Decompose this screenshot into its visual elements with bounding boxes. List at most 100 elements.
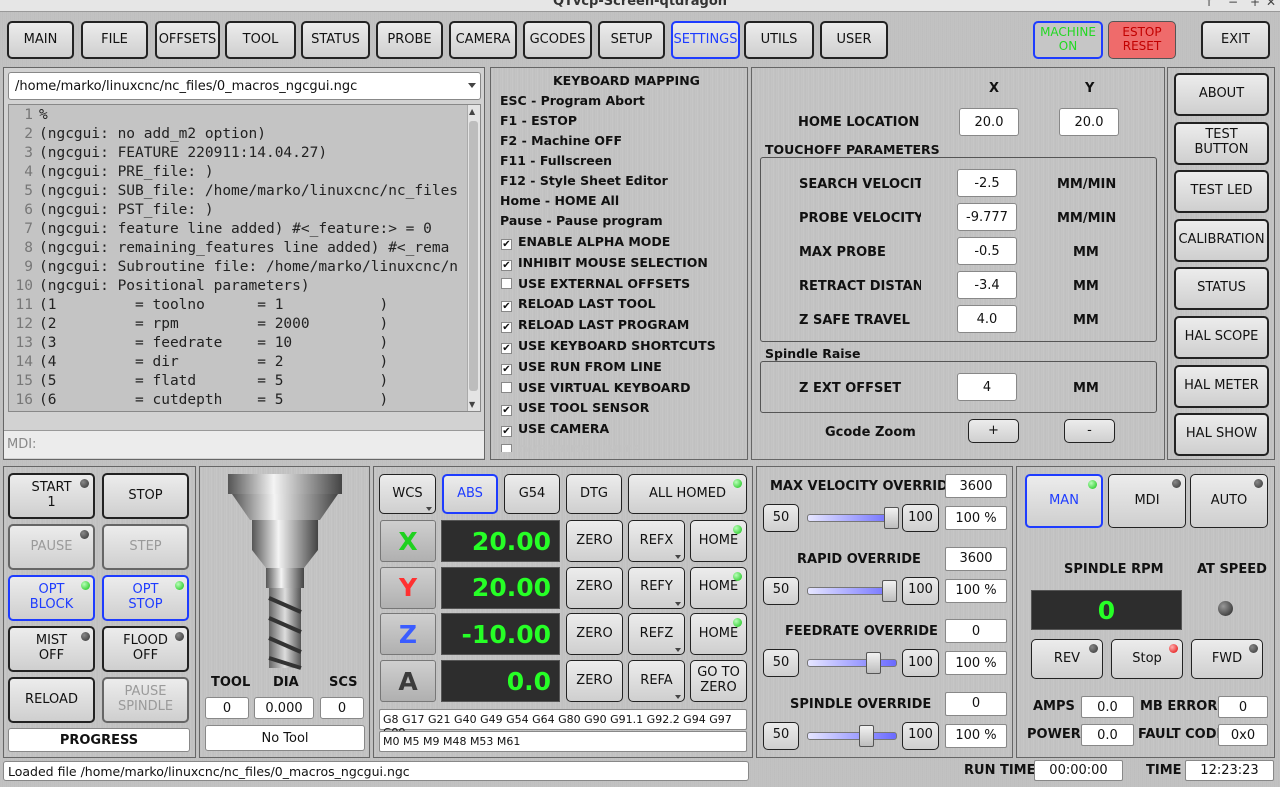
option-use-keyboard-shortcuts[interactable]: ✔ USE KEYBOARD SHORTCUTS — [501, 338, 716, 354]
checkbox-checked-icon[interactable]: ✔ — [501, 239, 512, 250]
status-button[interactable]: STATUS — [1174, 267, 1269, 311]
abs-button[interactable]: ABS — [442, 474, 498, 514]
checkbox-unchecked-icon[interactable] — [501, 444, 512, 452]
zoom-in-button[interactable]: + — [968, 419, 1019, 443]
override-slider[interactable] — [807, 579, 897, 602]
mdi-mode-button[interactable]: MDI — [1108, 474, 1186, 528]
scroll-thumb[interactable] — [469, 121, 478, 391]
g54-button[interactable]: G54 — [504, 474, 560, 514]
axis-x-button[interactable]: X — [380, 520, 436, 562]
override-min-button[interactable]: 50 — [763, 649, 799, 677]
option-override-limits[interactable]: OVERRIDE LIMITS — [501, 442, 641, 452]
home-x-button[interactable]: HOME — [690, 520, 747, 562]
stop-button[interactable]: STOP — [102, 473, 189, 519]
zero-x-button[interactable]: ZERO — [566, 520, 623, 562]
home-a-button[interactable]: GO TO ZERO — [690, 660, 747, 703]
option-use-external-offsets[interactable]: USE EXTERNAL OFFSETS — [501, 276, 690, 291]
maximize-icon[interactable]: + — [1250, 0, 1260, 9]
zero-z-button[interactable]: ZERO — [566, 613, 623, 656]
checkbox-checked-icon[interactable]: ✔ — [501, 343, 512, 354]
tab-main[interactable]: MAIN — [7, 21, 74, 59]
checkbox-unchecked-icon[interactable] — [501, 381, 512, 393]
auto-mode-button[interactable]: AUTO — [1190, 474, 1268, 528]
axis-a-button[interactable]: A — [380, 660, 436, 703]
all-homed-button[interactable]: ALL HOMED — [628, 474, 747, 514]
tab-status[interactable]: STATUS — [301, 21, 370, 59]
tab-camera[interactable]: CAMERA — [449, 21, 517, 59]
home-y-button[interactable]: HOME — [690, 566, 747, 609]
override-max-button[interactable]: 100 — [902, 721, 939, 750]
scroll-down-icon[interactable]: ▼ — [469, 400, 475, 409]
test-led-button[interactable]: TEST LED — [1174, 170, 1269, 214]
pause-button[interactable]: PAUSE — [8, 524, 95, 570]
machine-on-button[interactable]: MACHINE ON — [1033, 21, 1103, 59]
param-value-field[interactable]: -0.5 — [957, 237, 1017, 265]
spindle-reverse-button[interactable]: REV — [1031, 639, 1103, 679]
checkbox-checked-icon[interactable]: ✔ — [501, 426, 512, 438]
ref-a-button[interactable]: REFA — [628, 660, 685, 703]
code-view[interactable]: 1 2 3 4 5 6 7 8 9 10 11 12 13 14 15 16 % (ngcgui: no add… — [8, 104, 481, 412]
tab-utils[interactable]: UTILS — [744, 21, 814, 59]
option-use-tool-sensor[interactable]: ✔ USE TOOL SENSOR — [501, 400, 649, 417]
editor-scrollbar[interactable]: ▲ ▼ — [467, 105, 480, 411]
param-value-field[interactable]: -2.5 — [957, 169, 1017, 197]
ref-x-button[interactable]: REFX — [628, 520, 685, 562]
override-slider[interactable] — [807, 507, 899, 529]
hal-show-button[interactable]: HAL SHOW — [1174, 413, 1269, 457]
calibration-button[interactable]: CALIBRATION — [1174, 218, 1269, 262]
option-enable-alpha-mode[interactable]: ✔ ENABLE ALPHA MODE — [501, 234, 670, 250]
close-icon[interactable]: ✕ — [1266, 0, 1276, 9]
override-max-button[interactable]: 100 — [902, 504, 939, 532]
override-slider[interactable] — [807, 724, 897, 747]
test-button-button[interactable]: TEST BUTTON — [1174, 121, 1269, 165]
checkbox-checked-icon[interactable]: ✔ — [501, 322, 512, 334]
override-max-button[interactable]: 100 — [902, 576, 939, 605]
axis-y-button[interactable]: Y — [380, 566, 436, 609]
home-z-button[interactable]: HOME — [690, 613, 747, 656]
pause-spindle-button[interactable]: PAUSE SPINDLE — [102, 677, 189, 723]
option-use-run-from-line[interactable]: ✔ USE RUN FROM LINE — [501, 359, 662, 375]
slider-handle[interactable] — [882, 579, 897, 602]
tab-setup[interactable]: SETUP — [598, 21, 665, 59]
home-x-field[interactable]: 20.0 — [959, 108, 1019, 136]
ref-y-button[interactable]: REFY — [628, 566, 685, 609]
zero-y-button[interactable]: ZERO — [566, 566, 623, 609]
estop-reset-button[interactable]: ESTOP RESET — [1108, 21, 1176, 59]
ref-z-button[interactable]: REFZ — [628, 613, 685, 656]
minimize-icon[interactable]: − — [1228, 0, 1238, 9]
hal-meter-button[interactable]: HAL METER — [1174, 364, 1269, 408]
checkbox-checked-icon[interactable]: ✔ — [501, 259, 512, 271]
slider-handle[interactable] — [884, 507, 899, 529]
override-min-button[interactable]: 50 — [763, 504, 799, 532]
tab-file[interactable]: FILE — [81, 21, 148, 59]
zero-a-button[interactable]: ZERO — [566, 660, 623, 703]
param-value-field[interactable]: -3.4 — [957, 271, 1017, 299]
option-use-camera[interactable]: ✔ USE CAMERA — [501, 421, 609, 438]
option-use-virtual-keyboard[interactable]: USE VIRTUAL KEYBOARD — [501, 380, 691, 395]
slider-handle[interactable] — [859, 724, 874, 747]
option-inhibit-mouse-selection[interactable]: ✔ INHIBIT MOUSE SELECTION — [501, 255, 708, 271]
restore-window-icon[interactable]: ↑ — [1204, 0, 1214, 9]
exit-button[interactable]: EXIT — [1201, 21, 1270, 59]
option-reload-last-tool[interactable]: ✔ RELOAD LAST TOOL — [501, 296, 656, 313]
override-min-button[interactable]: 50 — [763, 721, 799, 750]
spindle-forward-button[interactable]: FWD — [1191, 639, 1263, 679]
z-ext-offset-field[interactable]: 4 — [957, 373, 1017, 401]
tab-gcodes[interactable]: GCODES — [523, 21, 592, 59]
override-max-button[interactable]: 100 — [902, 649, 939, 677]
checkbox-checked-icon[interactable]: ✔ — [501, 405, 512, 417]
tab-probe[interactable]: PROBE — [376, 21, 443, 59]
tab-settings[interactable]: SETTINGS — [671, 21, 740, 59]
dtg-button[interactable]: DTG — [566, 474, 622, 514]
mdi-input[interactable]: MDI: — [4, 430, 484, 458]
scroll-up-icon[interactable]: ▲ — [469, 107, 475, 116]
checkbox-checked-icon[interactable]: ✔ — [501, 301, 512, 313]
start-button[interactable]: START 1 — [8, 473, 95, 519]
param-value-field[interactable]: 4.0 — [957, 305, 1017, 333]
tab-offsets[interactable]: OFFSETS — [155, 21, 220, 59]
about-button[interactable]: ABOUT — [1174, 73, 1269, 116]
hal-scope-button[interactable]: HAL SCOPE — [1174, 316, 1269, 359]
man-mode-button[interactable]: MAN — [1025, 474, 1103, 528]
reload-button[interactable]: RELOAD — [8, 677, 95, 723]
home-y-field[interactable]: 20.0 — [1059, 108, 1119, 136]
